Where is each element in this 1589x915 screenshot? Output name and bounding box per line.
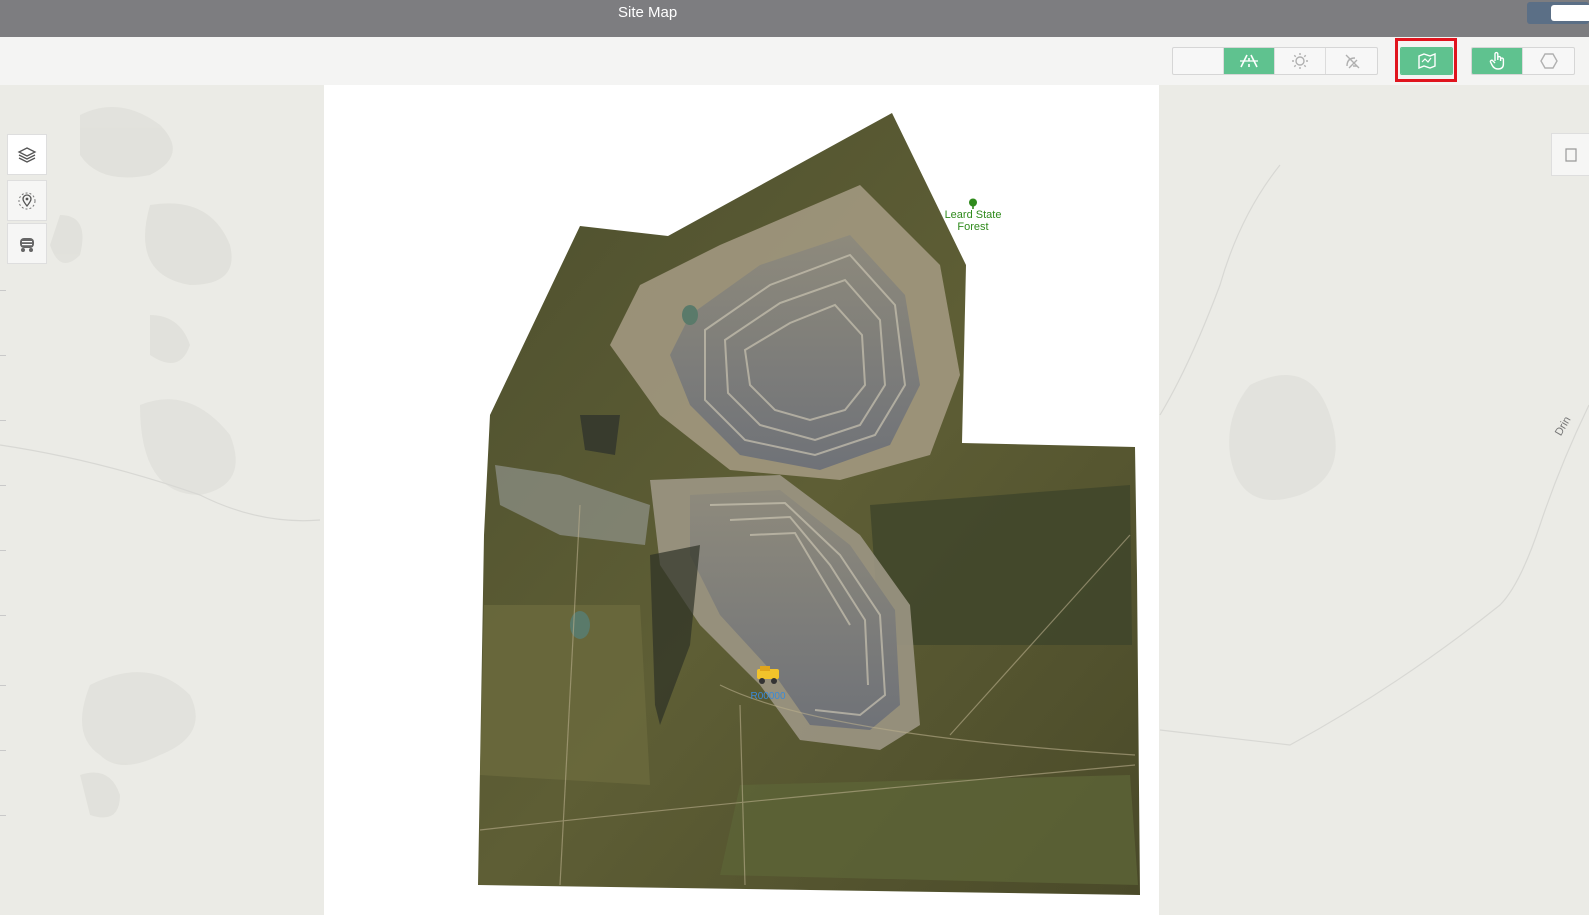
truck-icon [757,666,779,684]
aerial-imagery [478,113,1140,895]
toggle-knob [1551,5,1589,21]
vehicle-button[interactable] [7,223,47,264]
edge-tick [0,550,6,551]
right-panel-tab[interactable] [1551,133,1589,176]
sun-view-button[interactable] [1275,48,1326,74]
layers-icon [17,146,37,163]
map-toolbar [0,37,1589,86]
view-mode-group [1172,47,1378,75]
highlight-box [1395,38,1457,82]
edge-tick [0,750,6,751]
road-icon [1240,54,1258,68]
sun-icon [1292,53,1308,69]
road-view-button[interactable] [1224,48,1275,74]
select-tool-button[interactable] [1472,48,1523,74]
blank-view-button[interactable] [1173,48,1224,74]
window-title: Site Map [618,4,678,21]
edge-tick [0,815,6,816]
location-button[interactable] [7,180,47,221]
map-canvas[interactable]: Leard State Forest R00000 Drin [0,85,1589,915]
layers-button[interactable] [7,134,47,175]
polygon-tool-button[interactable] [1523,48,1574,74]
hand-pointer-icon [1489,51,1505,70]
edge-tick [0,485,6,486]
edge-tick [0,685,6,686]
forest-label: Leard State Forest [944,209,1002,233]
truck-marker[interactable] [756,665,780,690]
hexagon-icon [1539,53,1558,69]
edge-tick [0,355,6,356]
panel-toggle-icon [1565,148,1577,162]
truck-label: R00000 [750,691,786,702]
interaction-mode-group [1471,47,1575,75]
edge-tick [0,420,6,421]
toggle-switch[interactable] [1527,2,1589,24]
edge-tick [0,290,6,291]
title-bar: Site Map [0,0,1589,37]
satellite-off-icon [1345,54,1359,69]
satellite-off-button[interactable] [1326,48,1377,74]
location-pin-icon [18,192,36,209]
truck-icon [20,237,34,252]
edge-tick [0,615,6,616]
